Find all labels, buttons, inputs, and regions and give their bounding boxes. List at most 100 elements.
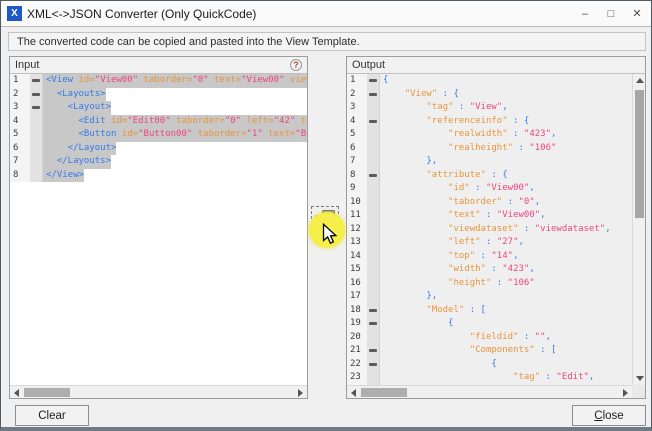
fold-gutter-cell xyxy=(367,304,380,318)
output-vertical-scrollbar[interactable] xyxy=(632,74,645,385)
fold-gutter-cell xyxy=(367,385,380,386)
fold-gutter-cell xyxy=(367,236,380,250)
code-line-text: "View" : { xyxy=(380,88,459,102)
code-line: 22 { xyxy=(347,358,632,372)
scroll-right-icon[interactable] xyxy=(294,386,307,399)
code-line: 8 "attribute" : { xyxy=(347,169,632,183)
fold-collapse-icon[interactable] xyxy=(369,174,377,177)
code-line: 17 }, xyxy=(347,290,632,304)
fold-collapse-icon[interactable] xyxy=(32,93,40,96)
output-hscroll-thumb[interactable] xyxy=(361,388,407,397)
fold-gutter-cell xyxy=(30,74,43,88)
line-number: 3 xyxy=(347,101,367,115)
line-number: 8 xyxy=(10,169,30,183)
output-horizontal-scrollbar[interactable] xyxy=(347,385,632,398)
minimize-button[interactable]: – xyxy=(577,6,593,22)
code-line-text: "top" : "14", xyxy=(380,250,519,264)
output-vscroll-thumb[interactable] xyxy=(635,90,644,218)
scroll-down-icon[interactable] xyxy=(633,372,646,385)
code-line-text: <View id="View00" taborder="0" text="Vie… xyxy=(43,74,307,88)
code-line: 4 <Edit id="Edit00" taborder="0" left="4… xyxy=(10,115,307,129)
clear-button-label: Clear xyxy=(38,410,65,422)
fold-gutter-cell xyxy=(30,101,43,115)
scrollbar-corner xyxy=(632,385,645,398)
fold-collapse-icon[interactable] xyxy=(32,106,40,109)
line-number: 13 xyxy=(347,236,367,250)
line-number: 21 xyxy=(347,344,367,358)
info-message-text: The converted code can be copied and pas… xyxy=(17,36,360,48)
fold-gutter-cell xyxy=(367,223,380,237)
fold-gutter-cell xyxy=(367,263,380,277)
fold-gutter-cell xyxy=(367,88,380,102)
code-line: 16 "height" : "106" xyxy=(347,277,632,291)
code-line: 8</View> xyxy=(10,169,307,183)
input-horizontal-scrollbar[interactable] xyxy=(10,385,307,398)
line-number: 2 xyxy=(347,88,367,102)
fold-gutter-cell xyxy=(367,250,380,264)
line-number: 6 xyxy=(10,142,30,156)
code-line-text: "taborder" : "0", xyxy=(380,196,540,210)
code-line: 10 "taborder" : "0", xyxy=(347,196,632,210)
input-panel-title: Input xyxy=(15,59,39,71)
code-line-text: </Layouts> xyxy=(43,155,111,169)
code-line-text: <Edit id="Edit00" taborder="0" left="42"… xyxy=(43,115,307,129)
output-panel-title: Output xyxy=(352,59,385,71)
fold-collapse-icon[interactable] xyxy=(369,309,377,312)
code-line-text: <Button id="Button00" taborder="1" text=… xyxy=(43,128,307,142)
close-window-button[interactable]: ✕ xyxy=(629,6,645,22)
line-number: 4 xyxy=(10,115,30,129)
line-number: 14 xyxy=(347,250,367,264)
code-line-text: }, xyxy=(380,290,437,304)
line-number: 16 xyxy=(347,277,367,291)
input-editor[interactable]: 1<View id="View00" taborder="0" text="Vi… xyxy=(10,74,307,385)
code-line: 21 "Components" : [ xyxy=(347,344,632,358)
scroll-right-icon[interactable] xyxy=(619,386,632,399)
code-line: 5 <Button id="Button00" taborder="1" tex… xyxy=(10,128,307,142)
help-icon[interactable]: ? xyxy=(290,59,302,71)
input-code-area[interactable]: 1<View id="View00" taborder="0" text="Vi… xyxy=(10,74,307,385)
line-number: 20 xyxy=(347,331,367,345)
code-line-text: { xyxy=(380,317,453,331)
code-line-text: "referenceinfo" : { xyxy=(380,115,529,129)
code-line-text: "fieldid" : "", xyxy=(380,331,551,345)
code-line: 1<View id="View00" taborder="0" text="Vi… xyxy=(10,74,307,88)
fold-collapse-icon[interactable] xyxy=(369,349,377,352)
fold-gutter-cell xyxy=(367,331,380,345)
output-editor[interactable]: 1{2 "View" : {3 "tag" : "View",4 "refere… xyxy=(347,74,632,385)
fold-collapse-icon[interactable] xyxy=(369,79,377,82)
code-line-text: "left" : "27", xyxy=(380,236,524,250)
output-code-area[interactable]: 1{2 "View" : {3 "tag" : "View",4 "refere… xyxy=(347,74,632,385)
code-line: 14 "top" : "14", xyxy=(347,250,632,264)
scroll-left-icon[interactable] xyxy=(347,386,360,399)
scroll-left-icon[interactable] xyxy=(10,386,23,399)
line-number: 5 xyxy=(10,128,30,142)
code-line: 2 "View" : { xyxy=(347,88,632,102)
window-controls: – □ ✕ xyxy=(577,6,645,22)
fold-collapse-icon[interactable] xyxy=(369,363,377,366)
code-line: 12 "viewdataset" : "viewdataset", xyxy=(347,223,632,237)
code-line-text: }, xyxy=(380,155,437,169)
fold-collapse-icon[interactable] xyxy=(369,120,377,123)
input-hscroll-thumb[interactable] xyxy=(24,388,70,397)
maximize-button[interactable]: □ xyxy=(603,6,619,22)
title-bar[interactable]: X XML<->JSON Converter (Only QuickCode) … xyxy=(1,1,651,27)
fold-collapse-icon[interactable] xyxy=(32,79,40,82)
code-line-text: "attribute" : { xyxy=(380,385,594,386)
code-line-text: "realwidth" : "423", xyxy=(380,128,556,142)
scroll-up-icon[interactable] xyxy=(633,74,646,87)
fold-gutter-cell xyxy=(367,277,380,291)
code-line-text: "text" : "View00", xyxy=(380,209,546,223)
close-button[interactable]: Close xyxy=(572,405,646,426)
clear-button[interactable]: Clear xyxy=(15,405,89,426)
code-line: 20 "fieldid" : "", xyxy=(347,331,632,345)
fold-collapse-icon[interactable] xyxy=(369,93,377,96)
line-number: 23 xyxy=(347,371,367,385)
line-number: 3 xyxy=(10,101,30,115)
fold-gutter-cell xyxy=(367,317,380,331)
code-line: 7 </Layouts> xyxy=(10,155,307,169)
code-line-text: <Layout> xyxy=(43,101,111,115)
fold-collapse-icon[interactable] xyxy=(369,322,377,325)
code-line-text: "viewdataset" : "viewdataset", xyxy=(380,223,611,237)
fold-gutter-cell xyxy=(367,371,380,385)
fold-gutter-cell xyxy=(367,74,380,88)
